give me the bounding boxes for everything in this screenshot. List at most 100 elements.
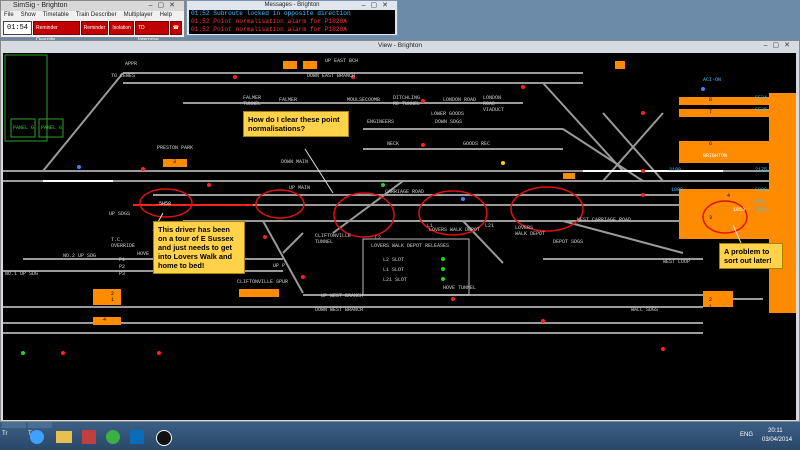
taskbar-item-2[interactable]: Tr bbox=[28, 422, 52, 437]
label-engineers: ENGINEERS bbox=[367, 119, 395, 125]
label-cliftonville-spur: CLIFTONVILLE SPUR bbox=[237, 279, 289, 285]
label-up-east-bch: UP EAST BCH bbox=[325, 58, 359, 64]
label-down-main: DOWN MAIN bbox=[281, 159, 309, 165]
taskbar-item-1-label: Tr bbox=[2, 431, 8, 437]
tracks bbox=[3, 72, 793, 334]
label-to-lewes: TO LEWES bbox=[111, 73, 136, 79]
label-down-sdgs: DOWN SDGS bbox=[435, 119, 463, 125]
label-lovers-walk: LOVERS WALK DEPOT bbox=[515, 225, 546, 237]
platform-2: 2 bbox=[709, 297, 713, 303]
simsig-menubar: File Show Timetable Train Describer Mult… bbox=[1, 11, 184, 20]
label-ditchling: DITCHLING RD TUNNEL bbox=[393, 95, 421, 107]
simsig-icon[interactable] bbox=[156, 430, 172, 446]
menu-show[interactable]: Show bbox=[21, 11, 36, 20]
messages-title: Messages - Brighton bbox=[264, 2, 320, 8]
taskbar: Tr Tr ENG 20:11 03/04/2014 bbox=[0, 422, 800, 450]
berth-1853: 1853 bbox=[733, 207, 746, 213]
phone-icon[interactable]: ☎ bbox=[169, 21, 182, 35]
platform-5: 5 bbox=[709, 163, 713, 169]
label-falmer: FALMER bbox=[279, 97, 298, 103]
menu-file[interactable]: File bbox=[4, 11, 14, 20]
berth-sf34: SF34 bbox=[755, 95, 768, 101]
label-west-carriage-road: WEST CARRIAGE ROAD bbox=[577, 217, 632, 223]
label-l1-slot: L1 SLOT bbox=[383, 267, 405, 273]
simsig-window: SimSig - Brighton –▢✕ File Show Timetabl… bbox=[0, 0, 185, 43]
label-panel-g-2: PANEL G bbox=[41, 125, 63, 131]
berth-3-left: 3 bbox=[173, 159, 177, 165]
reminder-override-button[interactable]: Reminder Override bbox=[33, 21, 80, 43]
menu-timetable[interactable]: Timetable bbox=[43, 11, 69, 20]
ie-icon[interactable] bbox=[30, 430, 44, 444]
isolation-button[interactable]: Isolation bbox=[109, 21, 134, 35]
td-interpose-button[interactable]: TD Interpose bbox=[134, 21, 169, 43]
berth-s801: S801 bbox=[755, 199, 768, 205]
window-controls[interactable]: –▢✕ bbox=[149, 1, 180, 11]
label-neck: NECK bbox=[387, 141, 400, 147]
label-goods-rec: GOODS REC bbox=[463, 141, 491, 147]
chrome-icon[interactable] bbox=[106, 430, 120, 444]
simsig-title: SimSig - Brighton bbox=[13, 2, 68, 9]
callout-problem-later: A problem to sort out later! bbox=[719, 243, 783, 269]
menu-train-describer[interactable]: Train Describer bbox=[76, 11, 117, 20]
message-line-2: 01:52 Point normalisation alarm for P182… bbox=[191, 26, 347, 33]
label-depot-sdgs: DEPOT SDGS bbox=[553, 239, 584, 245]
platform-6: 6 bbox=[709, 141, 713, 147]
label-l2-slot: L2 SLOT bbox=[383, 257, 405, 263]
berth-5h58: 5H58 bbox=[159, 201, 172, 207]
label-p2: P2 bbox=[119, 264, 126, 270]
label-up-p: UP P bbox=[273, 263, 286, 269]
taskbar-item-1[interactable]: Tr bbox=[2, 422, 26, 437]
view-window-controls[interactable]: –▢✕ bbox=[764, 41, 795, 51]
label-down-west-branch: DOWN WEST BRANCH bbox=[315, 307, 364, 313]
platform-8: 8 bbox=[709, 97, 713, 103]
label-up-sdgs: UP SDGS bbox=[109, 211, 131, 217]
taskbar-date[interactable]: 03/04/2014 bbox=[762, 437, 792, 443]
simsig-titlebar: SimSig - Brighton –▢✕ bbox=[1, 1, 184, 11]
messages-list[interactable]: 01:52 Subroute locked in opposite direct… bbox=[189, 10, 395, 34]
taskbar-time[interactable]: 20:11 bbox=[768, 428, 783, 434]
callout-driver-tour: This driver has been on a tour of E Suss… bbox=[153, 221, 245, 274]
label-no1-up-sdg: NO.1 UP SDG bbox=[5, 271, 39, 277]
berth-2175: 2175 bbox=[755, 167, 768, 173]
berth-2100: 2100 bbox=[669, 167, 682, 173]
menu-help[interactable]: Help bbox=[160, 11, 172, 20]
messages-titlebar: Messages - Brighton –▢✕ bbox=[187, 1, 397, 10]
platform-4: 4 bbox=[727, 193, 731, 199]
label-hove-tunnel: HOVE TUNNEL bbox=[443, 285, 477, 291]
depot-releases-title: LOVERS WALK DEPOT RELEASES bbox=[371, 243, 450, 249]
messages-window-controls[interactable]: –▢✕ bbox=[362, 1, 393, 10]
berth-s800: S800 bbox=[755, 187, 768, 193]
label-up-main: UP MAIN bbox=[289, 185, 311, 191]
callout-point-normalisations: How do I clear these point normalisation… bbox=[243, 111, 349, 137]
signal-panel[interactable]: APPR TO LEWES UP EAST BCH DOWN EAST BRAN… bbox=[3, 53, 796, 420]
label-preston-park: PRESTON PARK bbox=[157, 145, 194, 151]
platform-7: 7 bbox=[709, 109, 713, 115]
label-panel-g-1: PANEL G bbox=[13, 125, 35, 131]
label-falmer-tunnel: FALMER TUNNEL bbox=[243, 95, 262, 107]
view-window: View - Brighton –▢✕ APPR TO LEWES UP EAS… bbox=[0, 40, 800, 422]
tray-lang[interactable]: ENG bbox=[740, 432, 753, 438]
app-icon[interactable] bbox=[130, 430, 144, 444]
label-west-loop: WEST LOOP bbox=[663, 259, 691, 265]
reminder-button[interactable]: Reminder bbox=[80, 21, 109, 35]
label-tc-override: T.C. OVERRIDE bbox=[111, 237, 136, 249]
media-icon[interactable] bbox=[82, 430, 96, 444]
simsig-toolbar: 01:54 Reminder Override Reminder Isolati… bbox=[1, 20, 184, 43]
berth-4-left: 4 bbox=[103, 317, 107, 323]
view-title: View - Brighton bbox=[378, 42, 422, 49]
label-brighton: BRIGHTON bbox=[703, 153, 728, 159]
message-line-0: 01:52 Subroute locked in opposite direct… bbox=[191, 10, 351, 17]
sim-clock[interactable]: 01:54 bbox=[3, 21, 33, 35]
label-carriage-road: CARRIAGE ROAD bbox=[385, 189, 425, 195]
berth-sf35: SF35 bbox=[755, 107, 768, 113]
explorer-icon[interactable] bbox=[56, 431, 72, 443]
label-moulsecoomb: MOULSECOOMB bbox=[347, 97, 381, 103]
label-l21-slot: L21 SLOT bbox=[383, 277, 408, 283]
menu-multiplayer[interactable]: Multiplayer bbox=[124, 11, 153, 20]
label-lower-goods: LOWER GOODS bbox=[431, 111, 465, 117]
label-hove: HOVE bbox=[137, 251, 150, 257]
label-aci-on: ACI-ON bbox=[703, 77, 722, 83]
label-wall-sdgs: WALL SDGS bbox=[631, 307, 659, 313]
view-titlebar: View - Brighton –▢✕ bbox=[1, 41, 799, 51]
berth-s803: S803 bbox=[755, 207, 768, 213]
